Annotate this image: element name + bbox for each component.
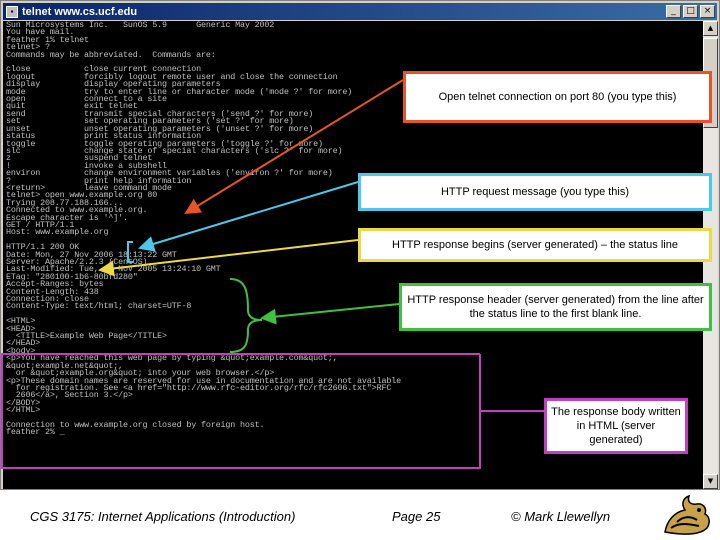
scroll-down-icon[interactable]: ▼ (703, 474, 718, 489)
callout-body: The response body written in HTML (serve… (544, 398, 688, 454)
footer-page: Page 25 (392, 509, 441, 524)
window-title: telnet www.cs.ucf.edu (22, 5, 138, 18)
scroll-up-icon[interactable]: ▲ (703, 21, 718, 36)
title-bar[interactable]: ▪ telnet www.cs.ucf.edu _ □ × (3, 3, 717, 20)
terminal-icon: ▪ (6, 5, 18, 18)
callout-request: HTTP request message (you type this) (358, 173, 712, 211)
footer-course: CGS 3175: Internet Applications (Introdu… (30, 509, 296, 524)
slide-footer: CGS 3175: Internet Applications (Introdu… (0, 490, 720, 540)
callout-open-connection: Open telnet connection on port 80 (you t… (403, 71, 712, 123)
callout-header: HTTP response header (server generated) … (399, 283, 712, 331)
maximize-button[interactable]: □ (683, 5, 698, 18)
minimize-button[interactable]: _ (666, 5, 681, 18)
callout-status-line: HTTP response begins (server generated) … (358, 228, 712, 262)
footer-author: © Mark Llewellyn (511, 509, 611, 524)
close-button[interactable]: × (700, 5, 715, 18)
pegasus-logo-icon (657, 492, 715, 538)
